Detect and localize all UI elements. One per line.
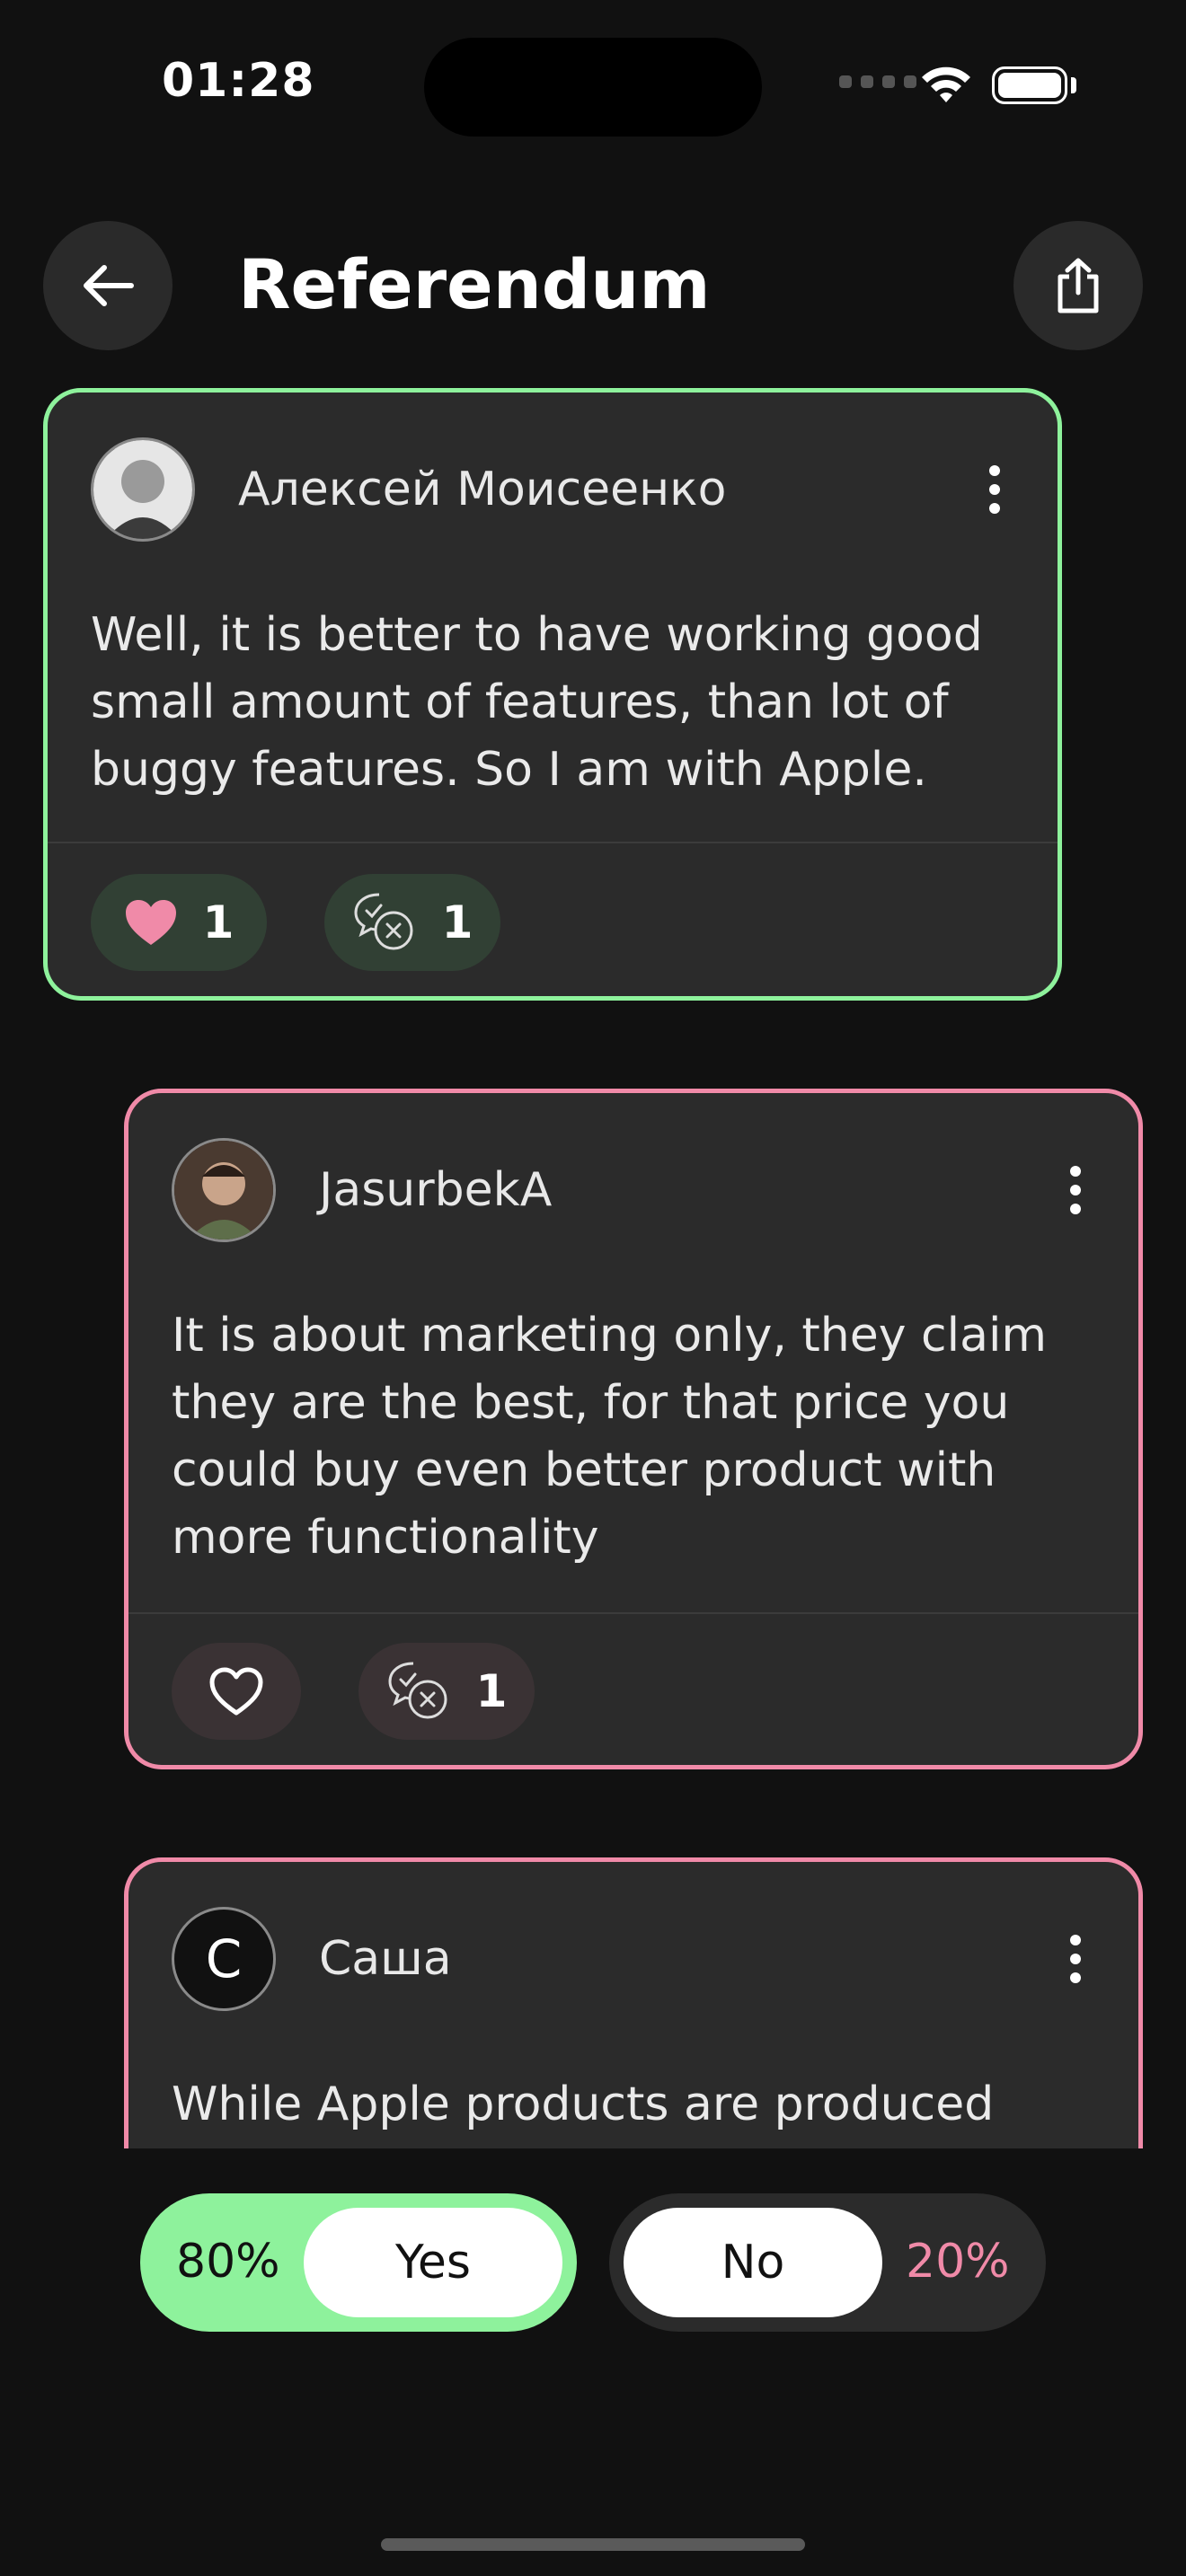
comments-viewport: C Саша While Apple products are produced… <box>0 1850 1186 2148</box>
more-options-icon[interactable] <box>1049 1154 1102 1226</box>
avatar[interactable]: C <box>172 1907 276 2011</box>
like-button[interactable]: 1 <box>91 874 267 971</box>
status-time: 01:28 <box>162 54 315 108</box>
arrow-left-icon <box>84 265 134 306</box>
page-title: Referendum <box>238 244 711 324</box>
divider <box>48 842 1058 843</box>
share-button[interactable] <box>1013 221 1143 350</box>
comment-author[interactable]: Алексей Моисеенко <box>238 463 968 516</box>
comment-text: While Apple products are produced with <box>172 2078 995 2148</box>
no-percentage: 20% <box>906 2235 1010 2289</box>
avatar[interactable] <box>91 437 195 542</box>
comment-card[interactable]: C Саша While Apple products are produced… <box>124 1857 1143 2148</box>
like-button[interactable] <box>172 1643 301 1740</box>
reply-count: 1 <box>475 1665 508 1717</box>
more-options-icon[interactable] <box>1049 1923 1102 1995</box>
cellular-signal-icon <box>839 75 916 88</box>
user-photo-icon <box>174 1141 273 1239</box>
comment-author[interactable]: Саша <box>319 1932 1049 1986</box>
comment-card[interactable]: Алексей Моисеенко Well, it is better to … <box>43 388 1062 1001</box>
home-indicator[interactable] <box>381 2538 805 2551</box>
reply-count: 1 <box>441 896 474 948</box>
avatar-letter: C <box>205 1928 243 1989</box>
comment-author[interactable]: JasurbekA <box>319 1163 1049 1217</box>
dynamic-island <box>424 38 762 137</box>
share-icon <box>1058 258 1099 313</box>
avatar[interactable] <box>172 1138 276 1242</box>
vote-yes-button[interactable]: 80% Yes <box>140 2193 577 2332</box>
vote-no-button[interactable]: No 20% <box>609 2193 1046 2332</box>
battery-tip <box>1071 77 1076 93</box>
yes-percentage: 80% <box>176 2235 280 2289</box>
comment-card[interactable]: JasurbekA It is about marketing only, th… <box>124 1089 1143 1769</box>
heart-outline-icon <box>209 1667 263 1716</box>
more-options-icon[interactable] <box>968 454 1022 525</box>
battery-icon <box>992 66 1067 104</box>
divider <box>128 1612 1138 1614</box>
heart-filled-icon <box>125 900 176 945</box>
wifi-icon <box>922 66 970 102</box>
debate-bubbles-icon <box>388 1662 447 1719</box>
comment-text: It is about marketing only, they claim t… <box>172 1309 1048 1565</box>
comment-text: Well, it is better to have working good … <box>91 608 983 797</box>
user-photo-icon <box>93 440 192 539</box>
replies-button[interactable]: 1 <box>324 874 500 971</box>
no-label: No <box>624 2208 882 2317</box>
yes-label: Yes <box>304 2208 562 2317</box>
back-button[interactable] <box>43 221 173 350</box>
replies-button[interactable]: 1 <box>358 1643 535 1740</box>
like-count: 1 <box>202 896 235 948</box>
debate-bubbles-icon <box>354 893 413 950</box>
